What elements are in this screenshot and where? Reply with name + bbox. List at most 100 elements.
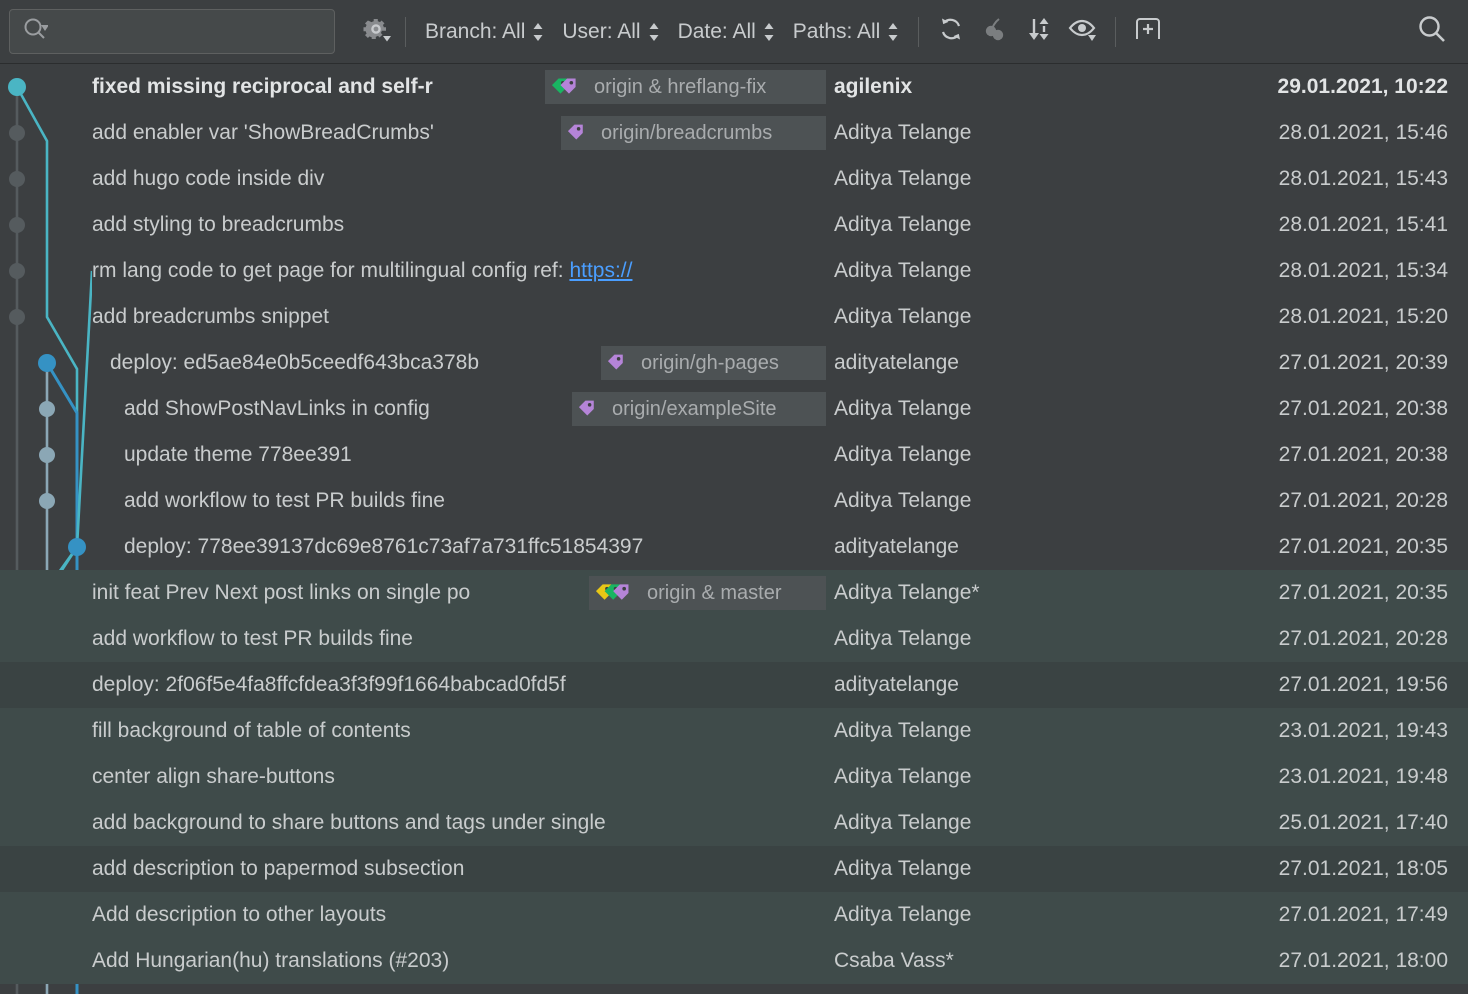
commit-subject: deploy: 2f06f5e4fa8ffcfdea3f3f99f1664bab…	[92, 662, 832, 708]
commit-author: Aditya Telange	[834, 110, 1164, 156]
commit-date: 28.01.2021, 15:20	[1279, 294, 1448, 340]
commit-date: 29.01.2021, 10:22	[1278, 64, 1448, 110]
commit-date: 27.01.2021, 20:39	[1279, 340, 1448, 386]
commit-date: 27.01.2021, 20:35	[1279, 524, 1448, 570]
commit-date: 27.01.2021, 20:38	[1279, 386, 1448, 432]
toolbar: Branch: All User: All Date: All Paths: A…	[0, 0, 1468, 64]
commit-subject: Add description to other layouts	[92, 892, 832, 938]
search-icon	[22, 16, 48, 47]
table-row[interactable]: add styling to breadcrumbsAditya Telange…	[0, 202, 1468, 248]
table-row[interactable]: center align share-buttonsAditya Telange…	[0, 754, 1468, 800]
commit-subject: deploy: 778ee39137dc69e8761c73af7a731ffc…	[124, 524, 864, 570]
commit-rows: fixed missing reciprocal and self-rorigi…	[0, 64, 1468, 984]
commit-subject-link[interactable]: https://	[569, 259, 632, 282]
branch-label-text: origin/gh-pages	[641, 352, 779, 375]
table-row[interactable]: fixed missing reciprocal and self-rorigi…	[0, 64, 1468, 110]
tag-icon	[567, 123, 593, 143]
branch-label-chip[interactable]: origin & hreflang-fix	[545, 70, 826, 104]
commit-subject: update theme 778ee391	[124, 432, 864, 478]
commit-subject: add hugo code inside div	[92, 156, 832, 202]
commit-date: 23.01.2021, 19:43	[1279, 708, 1448, 754]
filter-paths-label: Paths: All	[793, 20, 881, 44]
refresh-button[interactable]	[929, 10, 973, 54]
table-row[interactable]: add hugo code inside divAditya Telange28…	[0, 156, 1468, 202]
table-row[interactable]: deploy: ed5ae84e0b5ceedf643bca378borigin…	[0, 340, 1468, 386]
commit-author: Aditya Telange	[834, 754, 1164, 800]
commit-subject: rm lang code to get page for multilingua…	[92, 248, 832, 294]
table-row[interactable]: add enabler var 'ShowBreadCrumbs'origin/…	[0, 110, 1468, 156]
branch-label-chip[interactable]: origin & master	[589, 576, 826, 610]
filter-user-label: User: All	[562, 20, 640, 44]
commit-date: 27.01.2021, 18:05	[1279, 846, 1448, 892]
tag-icon	[595, 583, 639, 603]
table-row[interactable]: add breadcrumbs snippetAditya Telange28.…	[0, 294, 1468, 340]
branch-label-text: origin & master	[647, 582, 782, 605]
commit-author: Aditya Telange	[834, 846, 1164, 892]
tag-icon	[578, 399, 604, 419]
commit-subject: fill background of table of contents	[92, 708, 832, 754]
commit-author: Aditya Telange	[834, 478, 1164, 524]
commit-date: 23.01.2021, 19:48	[1279, 754, 1448, 800]
cherry-icon	[980, 14, 1010, 49]
filter-date[interactable]: Date: All	[669, 12, 784, 52]
table-row[interactable]: deploy: 2f06f5e4fa8ffcfdea3f3f99f1664bab…	[0, 662, 1468, 708]
chevron-updown-icon	[648, 21, 660, 43]
commit-subject: add workflow to test PR builds fine	[124, 478, 864, 524]
filter-paths[interactable]: Paths: All	[784, 12, 909, 52]
commit-date: 25.01.2021, 17:40	[1279, 800, 1448, 846]
table-row[interactable]: add workflow to test PR builds fineAdity…	[0, 478, 1468, 524]
table-row[interactable]: init feat Prev Next post links on single…	[0, 570, 1468, 616]
table-row[interactable]: fill background of table of contentsAdit…	[0, 708, 1468, 754]
open-new-tab-button[interactable]	[1126, 10, 1170, 54]
table-row[interactable]: add background to share buttons and tags…	[0, 800, 1468, 846]
search-input[interactable]	[48, 22, 334, 42]
commit-date: 27.01.2021, 20:28	[1279, 478, 1448, 524]
table-row[interactable]: rm lang code to get page for multilingua…	[0, 248, 1468, 294]
cherry-pick-button[interactable]	[973, 10, 1017, 54]
commit-author: agilenix	[834, 64, 1164, 110]
table-row[interactable]: add ShowPostNavLinks in configorigin/exa…	[0, 386, 1468, 432]
branch-label-chip[interactable]: origin/exampleSite	[572, 392, 826, 426]
commit-date: 28.01.2021, 15:43	[1279, 156, 1448, 202]
new-tab-icon	[1132, 14, 1164, 49]
filter-user[interactable]: User: All	[553, 12, 668, 52]
chevron-updown-icon	[887, 21, 899, 43]
toolbar-separator-3	[1115, 17, 1116, 47]
table-row[interactable]: Add Hungarian(hu) translations (#203)Csa…	[0, 938, 1468, 984]
branch-label-chip[interactable]: origin/breadcrumbs	[561, 116, 826, 150]
tag-icon	[551, 77, 586, 97]
preview-diff-button[interactable]	[1061, 10, 1105, 54]
tag-icon	[607, 353, 633, 373]
commit-author: Aditya Telange	[834, 248, 1164, 294]
filter-date-label: Date: All	[678, 20, 756, 44]
table-row[interactable]: add description to papermod subsectionAd…	[0, 846, 1468, 892]
commit-author: Csaba Vass*	[834, 938, 1164, 984]
commit-list[interactable]: fixed missing reciprocal and self-rorigi…	[0, 64, 1468, 994]
table-row[interactable]: add workflow to test PR builds fineAdity…	[0, 616, 1468, 662]
commit-author: adityatelange	[834, 524, 1164, 570]
commit-date: 28.01.2021, 15:46	[1279, 110, 1448, 156]
expand-collapse-button[interactable]	[1017, 10, 1061, 54]
commit-date: 27.01.2021, 20:28	[1279, 616, 1448, 662]
filter-branch[interactable]: Branch: All	[416, 12, 553, 52]
table-row[interactable]: deploy: 778ee39137dc69e8761c73af7a731ffc…	[0, 524, 1468, 570]
sort-arrows-icon	[1024, 14, 1054, 49]
commit-date: 27.01.2021, 18:00	[1279, 938, 1448, 984]
commit-author: Aditya Telange	[834, 708, 1164, 754]
commit-date: 27.01.2021, 17:49	[1279, 892, 1448, 938]
commit-author: Aditya Telange	[834, 386, 1164, 432]
settings-button[interactable]	[357, 13, 395, 51]
chevron-updown-icon	[763, 21, 775, 43]
table-row[interactable]: update theme 778ee391Aditya Telange27.01…	[0, 432, 1468, 478]
search-button[interactable]	[1410, 10, 1454, 54]
search-field[interactable]	[9, 9, 335, 54]
commit-author: adityatelange	[834, 662, 1164, 708]
toolbar-separator-2	[918, 17, 919, 47]
branch-label-chip[interactable]: origin/gh-pages	[601, 346, 826, 380]
commit-subject: add workflow to test PR builds fine	[92, 616, 832, 662]
commit-author: Aditya Telange*	[834, 570, 1164, 616]
commit-author: Aditya Telange	[834, 800, 1164, 846]
commit-subject: center align share-buttons	[92, 754, 832, 800]
gear-icon	[361, 14, 391, 49]
table-row[interactable]: Add description to other layoutsAditya T…	[0, 892, 1468, 938]
